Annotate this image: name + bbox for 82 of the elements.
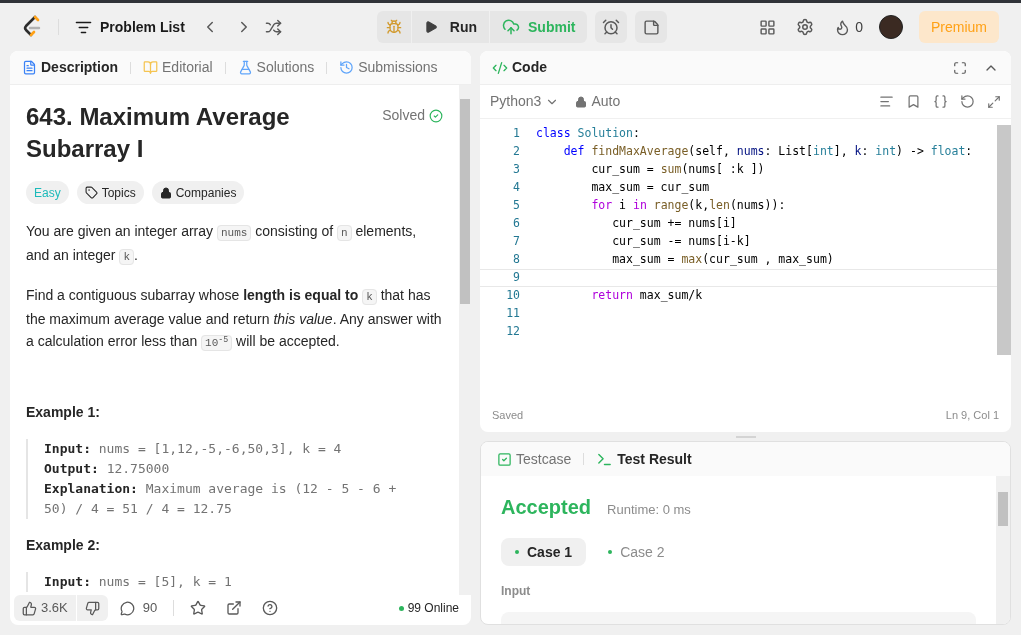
document-icon bbox=[22, 60, 37, 75]
panel-tab[interactable]: Test Result bbox=[592, 448, 696, 470]
problem-title: 643. Maximum Average Subarray I bbox=[26, 102, 291, 164]
input-label: Input bbox=[501, 583, 532, 600]
notes-button[interactable] bbox=[635, 11, 668, 43]
history-icon bbox=[339, 60, 355, 75]
panel-tab[interactable]: Testcase bbox=[493, 448, 576, 470]
panel-tab[interactable]: Submissions bbox=[335, 57, 442, 78]
reset-icon[interactable] bbox=[960, 94, 975, 109]
code-line: 4 max_sum = cur_sum bbox=[512, 179, 711, 197]
code-line: 7 cur_sum -= nums[i-k] bbox=[512, 233, 752, 251]
tag-chip[interactable]: Companies bbox=[151, 181, 245, 204]
code-line: 2 def findMaxAverage(self, nums: List[int], k: int) -> float: bbox=[512, 143, 974, 161]
comments-button[interactable]: 90 bbox=[119, 598, 158, 618]
note-icon bbox=[642, 18, 660, 36]
bookmark-icon[interactable] bbox=[906, 94, 921, 109]
example-heading: Example 2: bbox=[26, 536, 101, 555]
scrollbar[interactable] bbox=[996, 476, 1010, 624]
language-dropdown[interactable]: Python3 bbox=[490, 91, 560, 112]
bug-icon bbox=[385, 19, 402, 35]
verdict: Accepted bbox=[501, 495, 592, 520]
cloud-upload-icon bbox=[502, 18, 520, 36]
example-line: Input: nums = [5], k = 1 bbox=[44, 573, 233, 591]
run-button[interactable]: Run bbox=[410, 11, 489, 43]
code-line: 3 cur_sum = sum(nums[ :k ]) bbox=[512, 161, 766, 179]
lock-icon bbox=[575, 95, 588, 108]
code-line: 11 bbox=[505, 305, 521, 323]
scrollbar[interactable] bbox=[459, 85, 471, 595]
cursor-position: Ln 9, Col 1 bbox=[945, 407, 999, 423]
code-icon bbox=[492, 59, 508, 76]
lock-icon bbox=[159, 186, 172, 199]
format-icon[interactable] bbox=[879, 94, 894, 109]
example-line: Explanation: Maximum average is (12 - 5 - 6 + 50) / 4 = 51 / 4 = 12.75 bbox=[44, 480, 398, 518]
solved-status: Solved bbox=[382, 105, 443, 126]
code-panel-title[interactable]: Code bbox=[492, 57, 547, 78]
problem-list-link[interactable]: Problem List bbox=[75, 16, 185, 38]
logo-icon[interactable] bbox=[22, 15, 42, 39]
play-icon bbox=[423, 20, 438, 34]
panel-tab[interactable]: Editorial bbox=[139, 57, 217, 78]
fullscreen-icon[interactable] bbox=[953, 60, 967, 75]
runtime-label: Runtime: 0 ms bbox=[607, 501, 691, 519]
example-line: Output: 12.75000 bbox=[44, 460, 171, 478]
description-paragraph: Find a contiguous subarray whose length is equal to k that has the maximum average value and return this value. Any answer with a calculation error less than 10$^{-5}$ will be accepted. bbox=[26, 286, 443, 353]
code-line: 9 bbox=[480, 269, 997, 287]
code-line: 6 cur_sum += nums[i] bbox=[512, 215, 738, 233]
star-icon[interactable] bbox=[190, 600, 207, 616]
panel-tab[interactable]: Solutions bbox=[233, 57, 319, 78]
code-line: 10 return max_sum/k bbox=[505, 287, 704, 305]
streak-counter[interactable]: 0 bbox=[834, 16, 863, 38]
example-line: Input: nums = [1,12,-5,-6,50,3], k = 4 bbox=[44, 440, 343, 458]
description-paragraph: You are given an integer array nums consisting of n elements, and an integer k . bbox=[26, 222, 418, 267]
panel-tab[interactable]: Description bbox=[18, 57, 122, 78]
thumbs-up-icon bbox=[22, 600, 37, 616]
code-line: 1 class Solution: bbox=[512, 125, 641, 143]
checkbox-icon bbox=[497, 451, 512, 467]
share-icon[interactable] bbox=[226, 600, 243, 616]
alarm-clock-icon bbox=[602, 18, 621, 36]
layout-icon[interactable] bbox=[759, 18, 777, 36]
tag-chip[interactable]: Topics bbox=[76, 181, 144, 204]
code-line: 8 max_sum = max(cur_sum , max_sum) bbox=[512, 251, 835, 269]
avatar[interactable] bbox=[879, 15, 903, 39]
tag-icon bbox=[84, 186, 98, 199]
comment-icon bbox=[119, 600, 135, 616]
save-status: Saved bbox=[492, 407, 524, 423]
example-heading: Example 1: bbox=[26, 403, 101, 422]
expand-icon[interactable] bbox=[987, 94, 1001, 109]
check-circle-icon bbox=[429, 108, 443, 123]
code-line: 5 for i in range(k,len(nums)): bbox=[512, 197, 787, 215]
help-icon[interactable] bbox=[262, 600, 279, 616]
thumbs-down-icon bbox=[84, 600, 100, 616]
timer-button[interactable] bbox=[595, 11, 628, 43]
case-tab[interactable]: Case 1 bbox=[501, 538, 587, 566]
book-icon bbox=[143, 60, 158, 75]
braces-icon[interactable] bbox=[933, 94, 948, 109]
shuffle-icon[interactable] bbox=[264, 18, 282, 36]
flask-icon bbox=[237, 60, 253, 75]
settings-icon[interactable] bbox=[796, 18, 815, 36]
scrollbar[interactable] bbox=[997, 125, 1011, 354]
online-count: 99 Online bbox=[398, 599, 459, 617]
code-line: 12 bbox=[505, 323, 521, 341]
case-tab[interactable]: Case 2 bbox=[594, 538, 679, 566]
mode-label[interactable]: Auto bbox=[575, 91, 621, 112]
